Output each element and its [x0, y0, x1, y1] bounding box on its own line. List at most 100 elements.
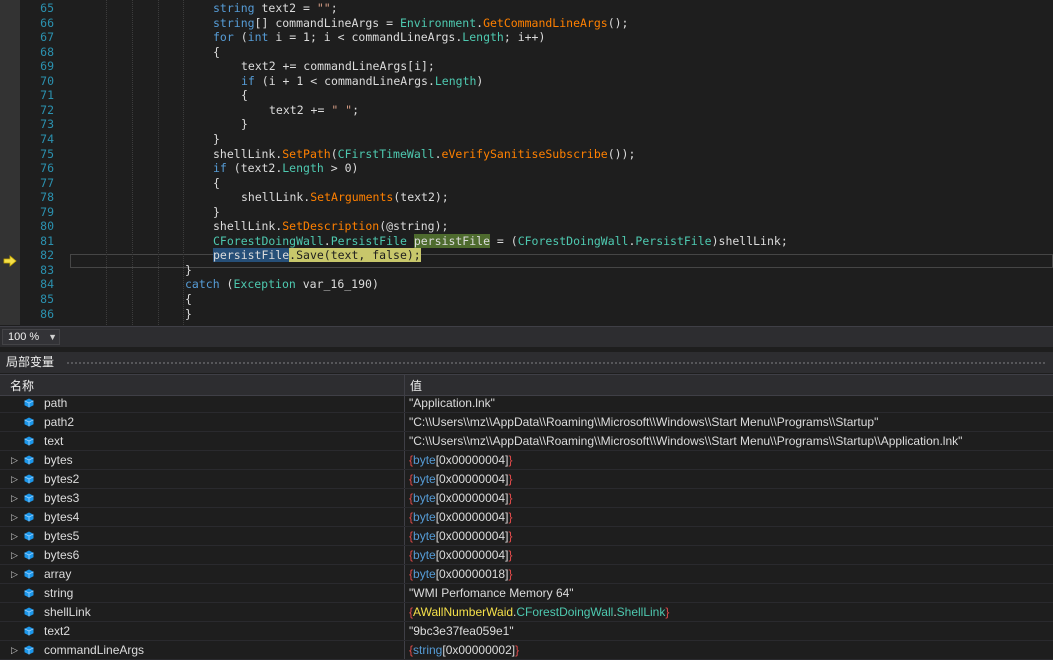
code-line[interactable]: string[] commandLineArgs = Environment.G…: [213, 16, 628, 30]
column-divider[interactable]: [404, 375, 405, 395]
column-divider: [404, 584, 405, 602]
variable-value[interactable]: "C:\\Users\\mz\\AppData\\Roaming\\Micros…: [409, 413, 878, 431]
code-line[interactable]: }: [213, 132, 220, 146]
locals-row[interactable]: path2 "C:\\Users\\mz\\AppData\\Roaming\\M…: [0, 413, 1053, 432]
code-token: {: [213, 44, 220, 59]
code-editor[interactable]: 65 66 67 68 69 70 71 72 73 74 75 76 77 78 79 80 81 82 83 84…: [0, 0, 1053, 325]
code-line[interactable]: {: [213, 45, 220, 59]
variable-cube-icon: [24, 436, 34, 446]
locals-row[interactable]: shellLink {AWallNumberWaid.CForestDoingWa…: [0, 603, 1053, 622]
locals-row[interactable]: ▷ bytes2 {byte[0x00000004]}: [0, 470, 1053, 489]
code-line[interactable]: if (i + 1 < commandLineArgs.Length): [241, 74, 483, 88]
variable-value[interactable]: {byte[0x00000004]}: [409, 451, 512, 469]
code-line[interactable]: shellLink.SetDescription(@string);: [213, 219, 448, 233]
variable-value[interactable]: {AWallNumberWaid.CForestDoingWall.ShellL…: [409, 603, 669, 621]
code-token: if: [241, 73, 255, 88]
code-line[interactable]: shellLink.SetArguments(text2);: [241, 190, 449, 204]
column-divider: [404, 413, 405, 431]
drag-grip[interactable]: [66, 361, 1047, 365]
value-token: [0x00000004]: [435, 510, 509, 524]
variable-value[interactable]: {byte[0x00000004]}: [409, 546, 512, 564]
code-line[interactable]: catch (Exception var_16_190): [185, 277, 379, 291]
variable-cube-icon: [24, 607, 34, 617]
column-divider: [404, 470, 405, 488]
expand-arrow-icon[interactable]: ▷: [11, 527, 18, 545]
expand-arrow-icon[interactable]: ▷: [11, 470, 18, 488]
code-token: shellLink.: [241, 190, 311, 205]
code-token: }: [185, 306, 192, 321]
expand-arrow-icon[interactable]: ▷: [11, 565, 18, 583]
variable-cube-icon: [24, 493, 34, 503]
variable-value[interactable]: {byte[0x00000004]}: [409, 508, 512, 526]
code-line[interactable]: CForestDoingWall.PersistFile persistFile…: [213, 233, 788, 248]
locals-row[interactable]: text2 "9bc3e37fea059e1": [0, 622, 1053, 641]
locals-row[interactable]: ▷ bytes3 {byte[0x00000004]}: [0, 489, 1053, 508]
expand-arrow-icon[interactable]: ▷: [11, 508, 18, 526]
variable-value[interactable]: {byte[0x00000004]}: [409, 470, 512, 488]
code-line[interactable]: text2 += " ";: [269, 103, 359, 117]
locals-row[interactable]: ▷ bytes5 {byte[0x00000004]}: [0, 527, 1053, 546]
code-line[interactable]: }: [241, 117, 248, 131]
code-line[interactable]: {: [213, 176, 220, 190]
code-line[interactable]: string text2 = "";: [213, 1, 338, 15]
variable-value[interactable]: "C:\\Users\\mz\\AppData\\Roaming\\Micros…: [409, 432, 962, 450]
locals-row[interactable]: path "Application.lnk": [0, 394, 1053, 413]
value-token: }: [508, 529, 513, 543]
locals-row[interactable]: ▷ bytes4 {byte[0x00000004]}: [0, 508, 1053, 527]
variable-value[interactable]: {byte[0x00000004]}: [409, 527, 512, 545]
expand-arrow-icon[interactable]: ▷: [11, 489, 18, 507]
code-token: )shellLink;: [711, 233, 788, 248]
expand-arrow-icon[interactable]: ▷: [11, 546, 18, 564]
column-value-header[interactable]: 值: [410, 377, 422, 394]
code-token: SetArguments: [310, 190, 394, 205]
variable-value[interactable]: "Application.lnk": [409, 394, 495, 412]
code-line[interactable]: }: [213, 205, 220, 219]
column-divider: [404, 603, 405, 621]
line-number: 70: [40, 73, 54, 88]
code-token: text2 += commandLineArgs[i];: [241, 59, 435, 74]
locals-row[interactable]: ▷ array {byte[0x00000018]}: [0, 565, 1053, 584]
variable-value[interactable]: "9bc3e37fea059e1": [409, 622, 514, 640]
zoom-dropdown[interactable]: 100 % ▼: [2, 329, 60, 345]
code-line[interactable]: for (int i = 1; i < commandLineArgs.Leng…: [213, 30, 545, 44]
value-token: AWallNumberWaid: [413, 605, 514, 619]
locals-row[interactable]: text "C:\\Users\\mz\\AppData\\Roaming\\Mi…: [0, 432, 1053, 451]
line-number: 67: [40, 30, 54, 45]
column-divider: [404, 508, 405, 526]
line-number: 75: [40, 146, 54, 161]
code-area[interactable]: string text2 = ""; string[] commandLineAr…: [70, 0, 1053, 325]
indent-guide: [132, 0, 133, 325]
code-line[interactable]: persistFile.Save(text, false);: [213, 248, 421, 263]
code-line[interactable]: }: [185, 263, 192, 277]
variable-name: array: [44, 567, 72, 581]
variable-name: shellLink: [44, 605, 91, 619]
chevron-down-icon[interactable]: ▼: [48, 330, 57, 344]
locals-row[interactable]: ▷ bytes6 {byte[0x00000004]}: [0, 546, 1053, 565]
code-line[interactable]: {: [241, 88, 248, 102]
code-token: if: [213, 161, 227, 176]
code-line[interactable]: shellLink.SetPath(CFirstTimeWall.eVerify…: [213, 147, 635, 161]
locals-row[interactable]: ▷ bytes {byte[0x00000004]}: [0, 451, 1053, 470]
code-line[interactable]: if (text2.Length > 0): [213, 161, 358, 175]
variable-value[interactable]: {byte[0x00000004]}: [409, 489, 512, 507]
locals-row[interactable]: string "WMI Perfomance Memory 64": [0, 584, 1053, 603]
line-number: 73: [40, 117, 54, 132]
code-line[interactable]: text2 += commandLineArgs[i];: [241, 59, 435, 73]
code-token: string: [213, 1, 255, 15]
value-token: byte: [413, 491, 436, 505]
variable-name: text: [44, 434, 64, 448]
column-divider: [404, 622, 405, 640]
execution-arrow-icon: [3, 255, 17, 267]
variable-value[interactable]: {byte[0x00000018]}: [409, 565, 512, 583]
line-number: 72: [40, 102, 54, 117]
glyph-margin[interactable]: [0, 0, 20, 325]
value-token: }: [508, 567, 513, 581]
variable-value[interactable]: "WMI Perfomance Memory 64": [409, 584, 574, 602]
code-line[interactable]: {: [185, 292, 192, 306]
code-token: CForestDoingWall: [517, 233, 629, 248]
value-token: [0x00000018]: [435, 567, 509, 581]
code-token: for: [213, 30, 234, 45]
column-name-header[interactable]: 名称: [10, 377, 34, 394]
code-line[interactable]: }: [185, 307, 192, 321]
expand-arrow-icon[interactable]: ▷: [11, 451, 18, 469]
